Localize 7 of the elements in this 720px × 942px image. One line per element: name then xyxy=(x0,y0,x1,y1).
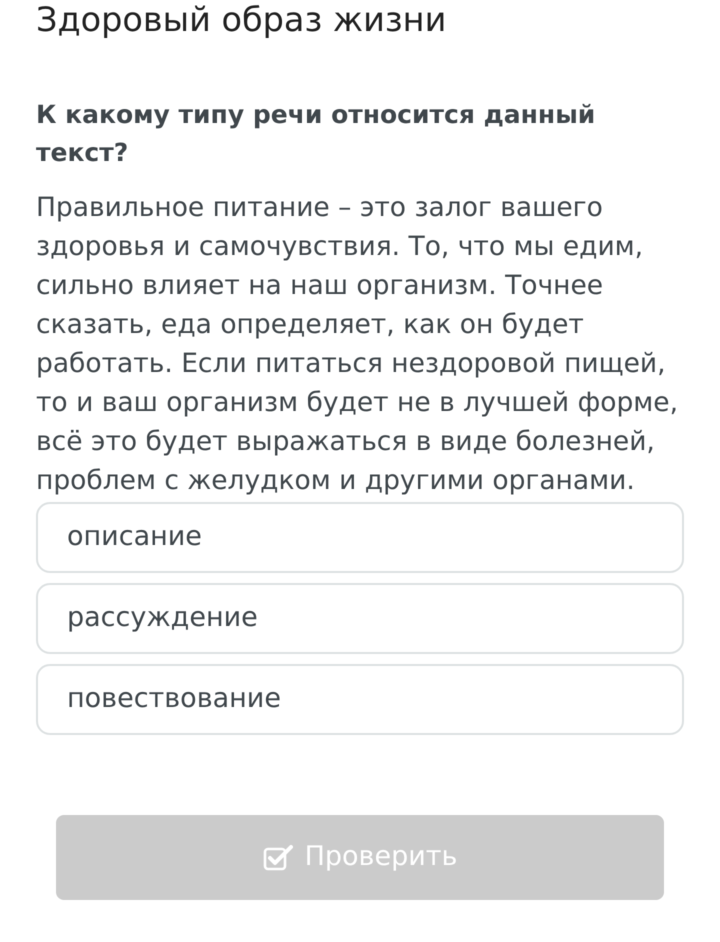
question-text: Правильное питание – это залог вашего здоровья и самочувствия. То, что мы едим, сильно влияет на наш организм. Точнее сказать, еда определяет, как он будет работать. Если питаться нездоровой пищей, то и ваш организм будет не в лучшей форме, всё это будет выражаться в виде болезней, проблем с желудком и другими органами. xyxy=(36,191,679,498)
answer-option[interactable]: повествование xyxy=(36,664,684,735)
answer-option[interactable]: описание xyxy=(36,502,684,573)
answer-option[interactable]: рассуждение xyxy=(36,583,684,654)
lesson-title: Здоровый образ жизни xyxy=(36,0,448,40)
checkbox-tick-icon xyxy=(262,844,293,870)
question-prompt: К какому типу речи относится данный текст? xyxy=(36,99,596,169)
